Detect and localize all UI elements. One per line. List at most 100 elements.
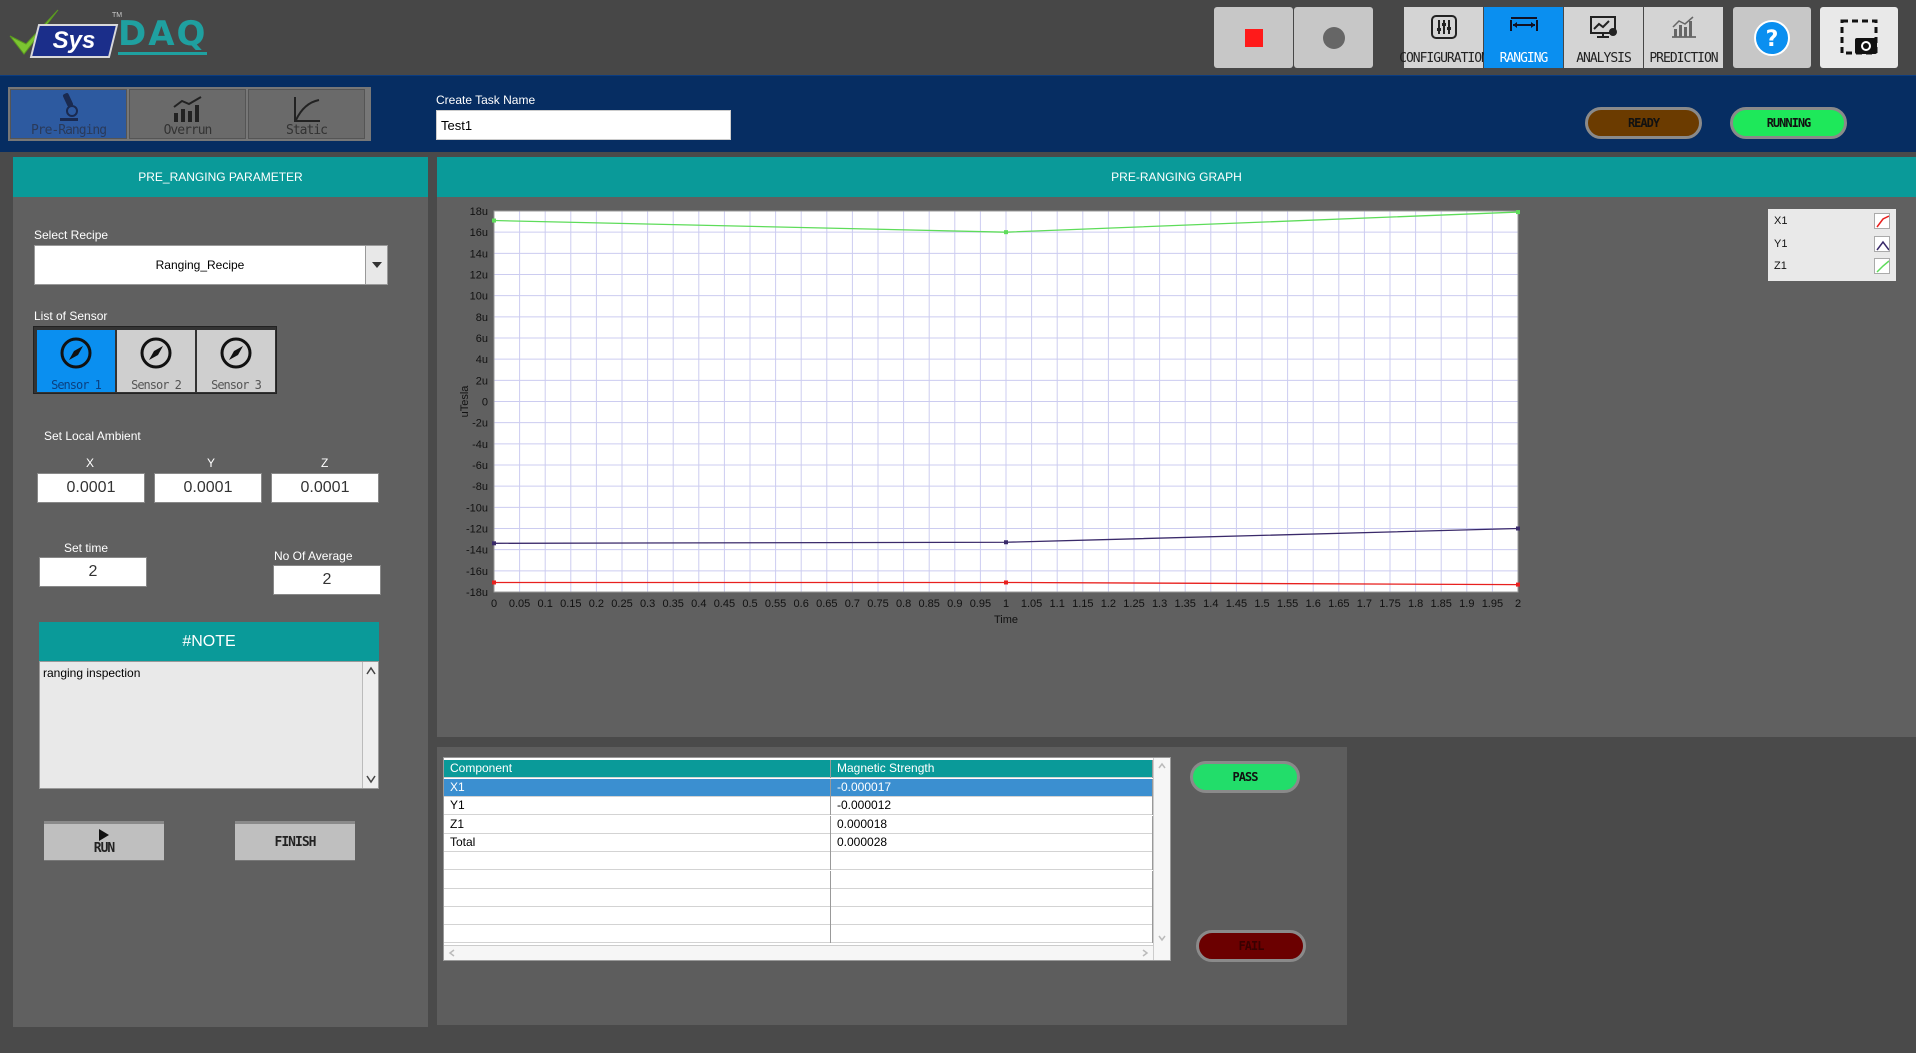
table-row[interactable]: Total 0.000028: [444, 833, 1153, 852]
x-tick-label: 0.45: [714, 598, 735, 610]
x-tick-label: 0.8: [896, 598, 911, 610]
y-tick-label: -14u: [466, 545, 488, 557]
nav-ranging-button[interactable]: RANGING: [1484, 7, 1563, 68]
ambient-z-label: Z: [321, 456, 329, 470]
legend-swatch-icon: [1874, 258, 1890, 274]
x-tick-label: 0.85: [918, 598, 939, 610]
run-button[interactable]: RUN: [44, 821, 164, 861]
cell-component: [444, 888, 831, 907]
y-tick-label: 0: [482, 397, 488, 409]
nav-configuration-button[interactable]: CONFIGURATION: [1399, 7, 1489, 68]
data-point-x1: [492, 580, 496, 585]
cell-component: Total: [444, 833, 831, 852]
y-tick-label: -16u: [466, 566, 488, 578]
cell-component: [444, 852, 831, 871]
legend-item-x1: X1: [1774, 211, 1890, 231]
logo-daq: DAQ: [118, 14, 208, 55]
legend-swatch-icon: [1874, 213, 1890, 229]
fail-label: FAIL: [1238, 939, 1265, 953]
tab-overrun[interactable]: Overrun: [129, 89, 246, 139]
graph-panel-header: PRE-RANGING GRAPH: [437, 157, 1916, 197]
column-header-component[interactable]: Component: [444, 760, 831, 778]
y-tick-label: -4u: [472, 439, 488, 451]
table-row[interactable]: Z1 0.000018: [444, 815, 1153, 834]
sensor-1-button[interactable]: Sensor 1: [37, 330, 115, 392]
table-row[interactable]: [444, 870, 1153, 889]
x-tick-label: 1.65: [1328, 598, 1349, 610]
column-header-magnetic-strength[interactable]: Magnetic Strength: [831, 760, 1153, 778]
y-tick-label: 4u: [476, 354, 488, 366]
table-row[interactable]: [444, 925, 1153, 944]
range-icon: [1509, 17, 1538, 31]
x-tick-label: 1.5: [1254, 598, 1269, 610]
data-point-z1: [492, 218, 496, 223]
screen-capture-button[interactable]: [1820, 7, 1898, 68]
note-header: #NOTE: [39, 622, 379, 662]
x-tick-label: 0.95: [970, 598, 991, 610]
note-scrollbar[interactable]: [362, 662, 378, 788]
y-tick-label: 14u: [470, 248, 488, 260]
sensor-3-button[interactable]: Sensor 3: [197, 330, 275, 392]
data-point-x1: [1516, 582, 1520, 587]
sensor-label: Sensor 2: [131, 378, 182, 392]
sensor-list-label: List of Sensor: [34, 309, 108, 323]
x-tick-label: 0.4: [691, 598, 706, 610]
table-row[interactable]: Y1 -0.000012: [444, 797, 1153, 816]
svg-text:?: ?: [1766, 27, 1779, 52]
table-row[interactable]: X1 -0.000017: [444, 779, 1153, 797]
y-tick-label: 2u: [476, 375, 488, 387]
y-tick-label: -10u: [466, 502, 488, 514]
chart-legend[interactable]: X1 Y1 Z1: [1768, 209, 1896, 281]
avg-label: No Of Average: [274, 549, 353, 563]
x-tick-label: 0.65: [816, 598, 837, 610]
tab-static[interactable]: Static: [248, 89, 365, 139]
x-tick-label: 1.2: [1101, 598, 1116, 610]
sensor-label: Sensor 1: [51, 378, 102, 392]
dropdown-button[interactable]: [365, 246, 387, 284]
data-point-y1: [1004, 540, 1008, 545]
running-label: RUNNING: [1766, 116, 1812, 130]
cell-magnetic-strength: -0.000017: [831, 779, 1153, 797]
x-tick-label: 1.05: [1021, 598, 1042, 610]
ready-label: READY: [1627, 116, 1660, 130]
stop-button[interactable]: [1214, 7, 1293, 68]
x-tick-label: 1.15: [1072, 598, 1093, 610]
table-horizontal-scrollbar[interactable]: [444, 945, 1153, 960]
ambient-x-input[interactable]: 0.0001: [37, 473, 145, 503]
table-vertical-scrollbar[interactable]: [1153, 758, 1170, 960]
task-name-input[interactable]: [436, 110, 731, 140]
ambient-z-input[interactable]: 0.0001: [271, 473, 379, 503]
run-label: RUN: [93, 840, 116, 856]
x-tick-label: 1.1: [1050, 598, 1065, 610]
table-row[interactable]: [444, 852, 1153, 871]
recipe-select[interactable]: Ranging_Recipe: [34, 245, 388, 285]
table-row[interactable]: [444, 888, 1153, 907]
nav-label: CONFIGURATION: [1399, 51, 1489, 66]
note-textarea[interactable]: ranging inspection: [39, 661, 379, 789]
sensor-2-button[interactable]: Sensor 2: [117, 330, 195, 392]
tab-label: Static: [286, 123, 328, 138]
tab-pre-ranging[interactable]: Pre-Ranging: [10, 89, 127, 139]
table-row[interactable]: [444, 907, 1153, 926]
finish-label: FINISH: [274, 834, 317, 850]
ambient-y-input[interactable]: 0.0001: [154, 473, 262, 503]
help-button[interactable]: ?: [1733, 7, 1811, 68]
mode-tabs: Pre-Ranging Overrun Static: [8, 87, 371, 141]
ambient-y-label: Y: [207, 456, 216, 470]
compass-icon: [220, 337, 252, 369]
nav-prediction-button[interactable]: PREDICTION: [1644, 7, 1723, 68]
finish-button[interactable]: FINISH: [235, 821, 355, 861]
task-name-label: Create Task Name: [436, 93, 536, 107]
note-text: ranging inspection: [43, 666, 141, 680]
sensor-label: Sensor 3: [211, 378, 262, 392]
set-time-input[interactable]: 2: [39, 557, 147, 587]
avg-input[interactable]: 2: [273, 565, 381, 595]
nav-analysis-button[interactable]: ANALYSIS: [1564, 7, 1643, 68]
cell-component: [444, 870, 831, 889]
cell-magnetic-strength: [831, 925, 1153, 944]
record-button[interactable]: [1294, 7, 1373, 68]
help-icon: ?: [1754, 19, 1790, 56]
x-tick-label: 0.75: [867, 598, 888, 610]
results-table[interactable]: Component Magnetic Strength X1 -0.000017 Y…: [443, 757, 1171, 961]
data-point-z1: [1004, 230, 1008, 235]
